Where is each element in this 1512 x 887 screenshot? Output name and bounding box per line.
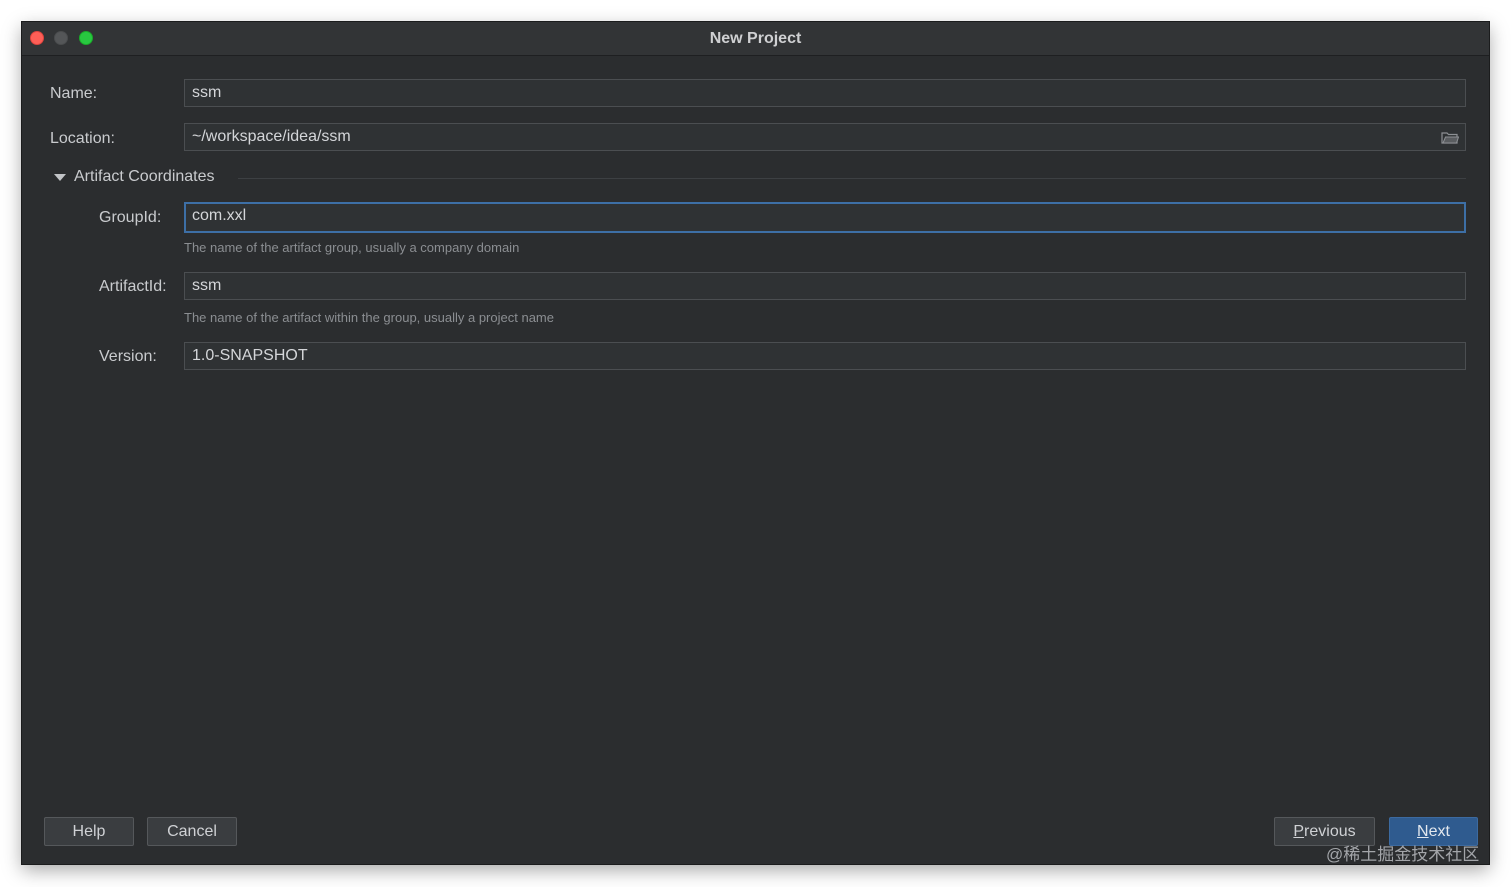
window-title: New Project bbox=[709, 30, 802, 47]
groupid-label: GroupId: bbox=[99, 209, 162, 226]
triangle-down-icon bbox=[54, 174, 66, 181]
location-field[interactable]: ~/workspace/idea/ssm bbox=[184, 123, 1466, 151]
section-divider bbox=[238, 178, 1466, 179]
version-field[interactable]: 1.0-SNAPSHOT bbox=[184, 342, 1466, 370]
folder-icon[interactable] bbox=[1441, 131, 1459, 144]
next-mnemonic: N bbox=[1417, 823, 1429, 840]
artifactid-field[interactable]: ssm bbox=[184, 272, 1466, 300]
version-label: Version: bbox=[99, 348, 157, 365]
previous-mnemonic: P bbox=[1293, 823, 1305, 840]
next-label: ext bbox=[1428, 823, 1450, 840]
new-project-dialog: New Project Name: ssm Location: ~/worksp… bbox=[22, 22, 1489, 864]
location-value: ~/workspace/idea/ssm bbox=[192, 128, 351, 145]
help-button[interactable]: Help bbox=[44, 817, 134, 846]
previous-label: revious bbox=[1304, 823, 1356, 840]
cancel-button[interactable]: Cancel bbox=[147, 817, 237, 846]
name-field[interactable]: ssm bbox=[184, 79, 1466, 107]
artifactid-label: ArtifactId: bbox=[99, 278, 167, 295]
watermark-text: @稀土掘金技术社区 bbox=[1326, 845, 1480, 864]
title-bar: New Project bbox=[22, 22, 1489, 56]
location-label: Location: bbox=[50, 130, 115, 147]
artifactid-hint: The name of the artifact within the grou… bbox=[184, 310, 554, 325]
groupid-field[interactable]: com.xxl bbox=[184, 202, 1466, 233]
name-label: Name: bbox=[50, 85, 98, 102]
section-title: Artifact Coordinates bbox=[74, 168, 215, 185]
groupid-hint: The name of the artifact group, usually … bbox=[184, 240, 520, 255]
